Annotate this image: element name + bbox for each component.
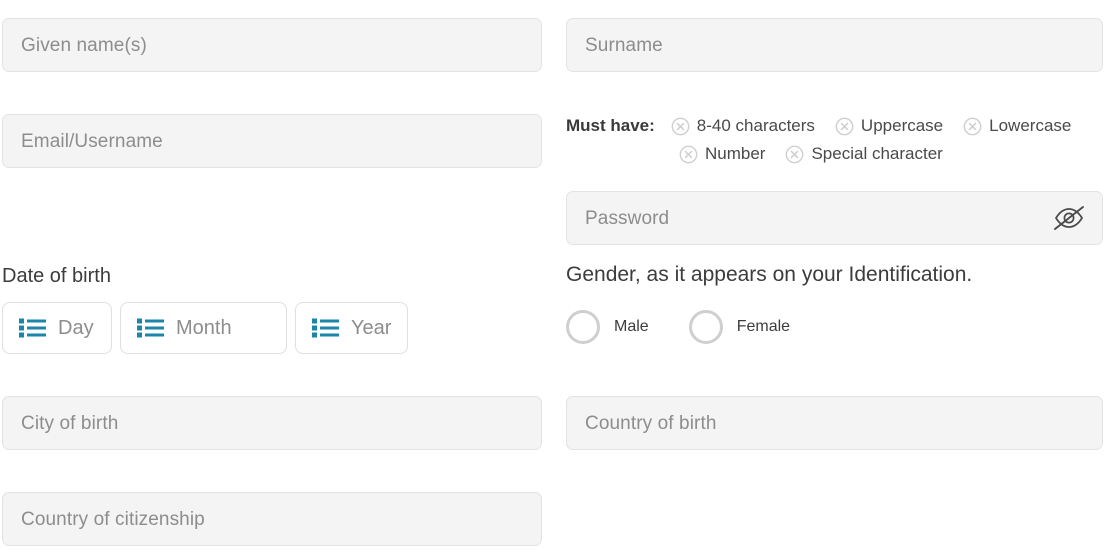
- password-requirements-row-2: Number Special character: [566, 144, 1111, 164]
- gender-option-male-label: Male: [614, 318, 649, 335]
- list-icon: [19, 318, 46, 338]
- email-username-placeholder: Email/Username: [21, 130, 163, 152]
- password-field[interactable]: Password: [566, 191, 1103, 245]
- given-name-placeholder: Given name(s): [21, 34, 147, 56]
- city-of-birth-field[interactable]: City of birth: [2, 396, 542, 450]
- given-name-field[interactable]: Given name(s): [2, 18, 542, 72]
- circle-x-icon: [671, 117, 690, 135]
- gender-option-male[interactable]: Male: [566, 310, 649, 344]
- country-of-citizenship-input[interactable]: Country of citizenship: [2, 492, 542, 546]
- country-of-birth-placeholder: Country of birth: [585, 412, 717, 434]
- year-select[interactable]: Year: [295, 302, 408, 354]
- password-requirement-lowercase: Lowercase: [963, 116, 1071, 136]
- password-input[interactable]: Password: [566, 191, 1103, 245]
- city-of-birth-input[interactable]: City of birth: [2, 396, 542, 450]
- toggle-password-visibility-button[interactable]: [1052, 203, 1086, 233]
- gender-option-female[interactable]: Female: [688, 310, 791, 344]
- list-icon: [137, 318, 164, 338]
- year-select-placeholder: Year: [351, 317, 392, 339]
- gender-option-female-label: Female: [736, 318, 791, 335]
- email-username-input[interactable]: Email/Username: [2, 114, 542, 168]
- given-name-input[interactable]: Given name(s): [2, 18, 542, 72]
- surname-field[interactable]: Surname: [566, 18, 1103, 72]
- day-select[interactable]: Day: [2, 302, 112, 354]
- country-of-birth-field[interactable]: Country of birth: [566, 396, 1103, 450]
- date-of-birth-label: Date of birth: [2, 265, 111, 287]
- password-requirement-special-label: Special character: [811, 144, 943, 163]
- password-requirement-length: 8-40 characters: [671, 116, 815, 136]
- month-select-placeholder: Month: [176, 317, 232, 339]
- registration-form: Given name(s) Surname Email/Username Mus…: [0, 0, 1111, 557]
- surname-placeholder: Surname: [585, 34, 663, 56]
- gender-options: Male Female: [566, 310, 790, 344]
- country-of-birth-input[interactable]: Country of birth: [566, 396, 1103, 450]
- list-icon: [312, 318, 339, 338]
- password-requirement-uppercase-label: Uppercase: [860, 116, 944, 135]
- month-select[interactable]: Month: [120, 302, 287, 354]
- circle-x-icon: [963, 117, 982, 135]
- email-username-field[interactable]: Email/Username: [2, 114, 542, 168]
- city-of-birth-placeholder: City of birth: [21, 412, 119, 434]
- gender-label: Gender, as it appears on your Identifica…: [566, 263, 973, 286]
- password-requirement-number: Number: [679, 144, 765, 164]
- password-requirement-uppercase: Uppercase: [835, 116, 943, 136]
- password-placeholder: Password: [585, 207, 670, 229]
- surname-input[interactable]: Surname: [566, 18, 1103, 72]
- password-requirement-special: Special character: [785, 144, 943, 164]
- radio-male[interactable]: [566, 310, 600, 344]
- password-requirement-number-label: Number: [705, 144, 766, 163]
- day-select-placeholder: Day: [58, 317, 94, 339]
- circle-x-icon: [679, 145, 698, 163]
- date-of-birth-selectors: Day Month Year: [2, 302, 408, 354]
- eye-slash-icon: [1054, 206, 1084, 230]
- country-of-citizenship-placeholder: Country of citizenship: [21, 508, 205, 530]
- circle-x-icon: [835, 117, 854, 135]
- password-requirements: Must have: 8-40 characters Uppercase Low…: [566, 116, 1111, 164]
- password-requirement-length-label: 8-40 characters: [696, 116, 815, 135]
- circle-x-icon: [786, 145, 804, 163]
- country-of-citizenship-field[interactable]: Country of citizenship: [2, 492, 542, 546]
- radio-female[interactable]: [688, 310, 723, 344]
- password-requirements-label: Must have:: [566, 116, 655, 135]
- password-requirement-lowercase-label: Lowercase: [989, 116, 1072, 135]
